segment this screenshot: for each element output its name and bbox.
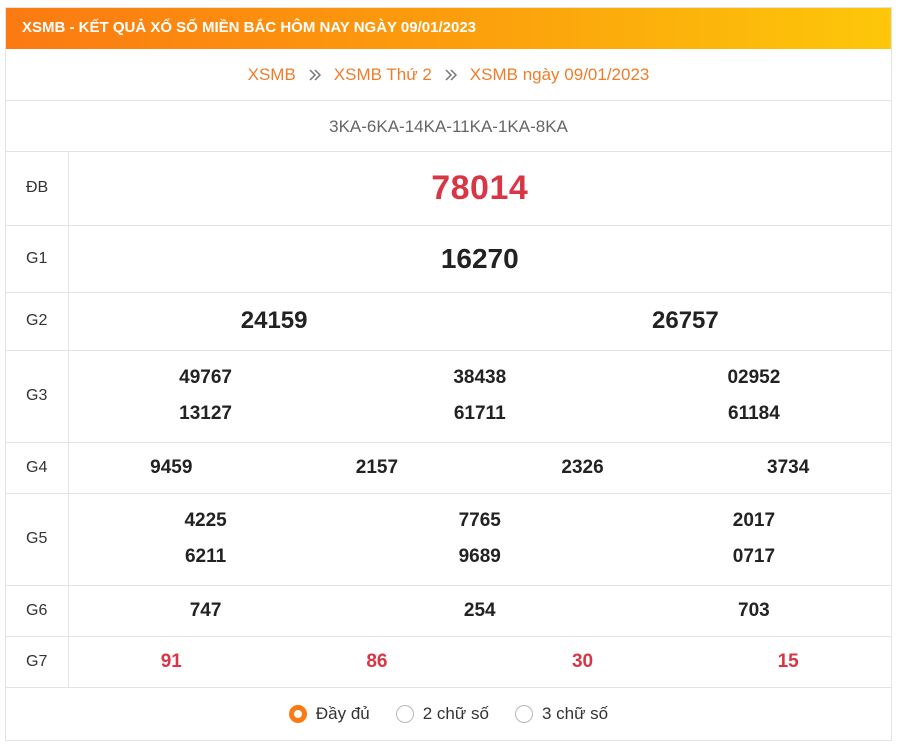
prize-row-g3: G3 49767 38438 02952 13127 61711 61184 bbox=[6, 350, 891, 443]
prize-number: 6211 bbox=[184, 546, 227, 567]
prize-number: 0717 bbox=[732, 546, 776, 567]
results-table: ĐB 78014 G1 16270 G2 24159 26757 G3 4976… bbox=[6, 152, 891, 688]
prize-number: 254 bbox=[463, 599, 496, 621]
radio-unchecked-icon[interactable] bbox=[395, 704, 414, 723]
prize-number: 16270 bbox=[440, 242, 519, 274]
radio-checked-icon[interactable] bbox=[288, 704, 307, 723]
prize-row-g7: G7 91 86 30 15 bbox=[6, 636, 891, 688]
prize-label-g7: G7 bbox=[6, 636, 69, 688]
option-full[interactable]: Đầy đủ bbox=[288, 703, 370, 724]
prize-number: 26757 bbox=[652, 307, 719, 334]
option-3-digits-label: 3 chữ số bbox=[541, 703, 609, 723]
prize-row-g5: G5 4225 7765 2017 6211 9689 0717 bbox=[6, 493, 891, 586]
prize-number: 9459 bbox=[150, 456, 193, 478]
prize-number: 2326 bbox=[561, 456, 604, 478]
prize-number: 703 bbox=[738, 599, 770, 621]
prize-number: 3734 bbox=[767, 456, 810, 478]
prize-number: 02952 bbox=[727, 367, 781, 388]
prize-number: 24159 bbox=[240, 307, 308, 334]
prize-label-g2: G2 bbox=[6, 292, 69, 351]
breadcrumb-xsmb-date[interactable]: XSMB ngày 09/01/2023 bbox=[470, 65, 650, 85]
special-codes: 3KA-6KA-14KA-11KA-1KA-8KA bbox=[6, 101, 891, 152]
prize-number: 38438 bbox=[453, 367, 507, 388]
prize-number: 4225 bbox=[184, 510, 227, 531]
prize-number: 7765 bbox=[458, 510, 501, 531]
prize-label-g3: G3 bbox=[6, 350, 69, 443]
prize-label-db: ĐB bbox=[6, 152, 69, 226]
prize-number: 61711 bbox=[453, 403, 506, 424]
prize-number: 49767 bbox=[179, 367, 232, 388]
special-prize-number: 78014 bbox=[431, 168, 529, 207]
prize-row-g2: G2 24159 26757 bbox=[6, 292, 891, 351]
double-chevron-right-icon bbox=[308, 68, 322, 82]
option-3-digits[interactable]: 3 chữ số bbox=[514, 703, 609, 724]
prize-label-g6: G6 bbox=[6, 585, 69, 637]
prize-label-g1: G1 bbox=[6, 225, 69, 293]
prize-number: 61184 bbox=[728, 403, 780, 424]
radio-unchecked-icon[interactable] bbox=[514, 704, 533, 723]
prize-label-g5: G5 bbox=[6, 493, 69, 586]
prize-number: 15 bbox=[777, 650, 799, 672]
display-options: Đầy đủ 2 chữ số 3 chữ số bbox=[6, 688, 891, 740]
prize-row-g6: G6 747 254 703 bbox=[6, 585, 891, 637]
prize-row-g4: G4 9459 2157 2326 3734 bbox=[6, 442, 891, 494]
breadcrumb-xsmb[interactable]: XSMB bbox=[248, 65, 296, 85]
prize-number: 30 bbox=[571, 650, 594, 672]
prize-number: 2157 bbox=[355, 456, 399, 478]
prize-number: 91 bbox=[160, 650, 182, 672]
page-title: XSMB - KẾT QUẢ XỔ SỐ MIỀN BẮC HÔM NAY NG… bbox=[6, 8, 891, 49]
option-2-digits[interactable]: 2 chữ số bbox=[395, 703, 489, 724]
prize-number: 13127 bbox=[179, 403, 232, 424]
lottery-result-panel: XSMB - KẾT QUẢ XỔ SỐ MIỀN BẮC HÔM NAY NG… bbox=[5, 7, 892, 741]
breadcrumb: XSMB XSMB Thứ 2 XSMB ngày 09/01/2023 bbox=[6, 49, 891, 101]
prize-row-db: ĐB 78014 bbox=[6, 152, 891, 226]
prize-number: 2017 bbox=[732, 510, 776, 531]
prize-label-g4: G4 bbox=[6, 442, 69, 494]
prize-number: 86 bbox=[366, 650, 388, 672]
option-2-digits-label: 2 chữ số bbox=[422, 703, 489, 723]
breadcrumb-xsmb-thu-2[interactable]: XSMB Thứ 2 bbox=[334, 65, 432, 85]
prize-number: 9689 bbox=[458, 546, 501, 567]
option-full-label: Đầy đủ bbox=[315, 703, 370, 723]
double-chevron-right-icon bbox=[444, 68, 458, 82]
prize-row-g1: G1 16270 bbox=[6, 225, 891, 293]
prize-number: 747 bbox=[189, 599, 222, 621]
